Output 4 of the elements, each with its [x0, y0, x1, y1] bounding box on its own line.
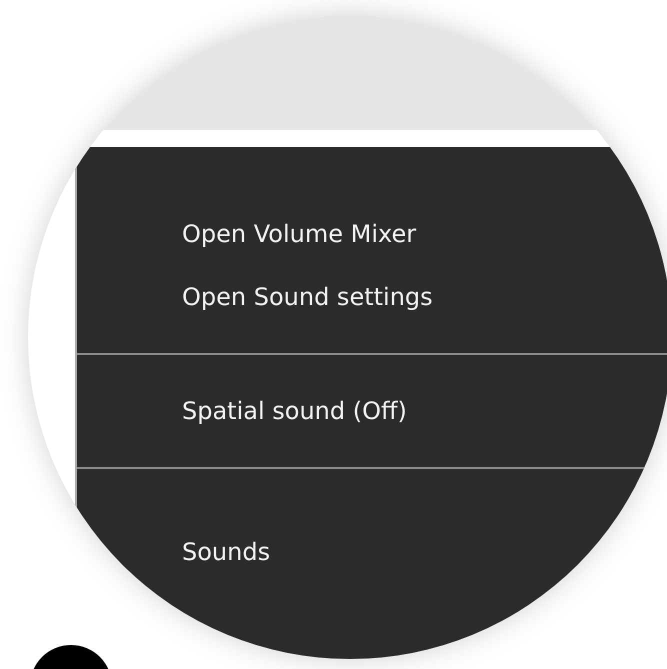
- menu-item[interactable]: Open Volume Mixer: [77, 203, 667, 266]
- menu-item[interactable]: Open Sound settings: [77, 266, 667, 329]
- menu-item[interactable]: Sounds: [77, 521, 667, 584]
- menu-item[interactable]: Spatial sound (Off): [77, 380, 667, 443]
